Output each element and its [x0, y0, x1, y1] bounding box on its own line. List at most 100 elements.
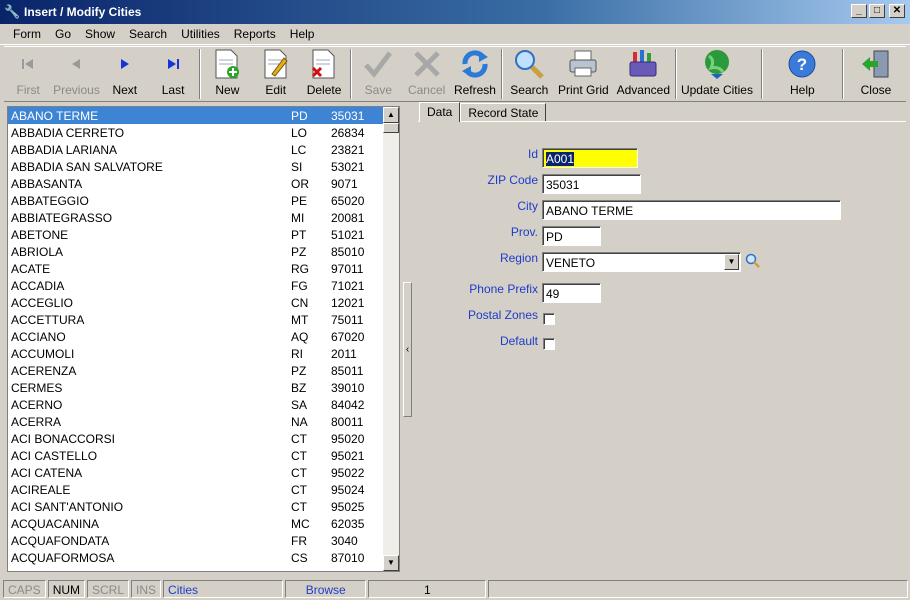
zip-cell: 3040 [331, 533, 358, 548]
region-lookup-icon[interactable] [745, 253, 761, 269]
search-button[interactable]: Search [505, 47, 553, 101]
menu-help[interactable]: Help [283, 27, 322, 41]
table-row[interactable]: ACCIANO AQ 67020 [8, 328, 385, 345]
save-button[interactable]: Save [354, 47, 402, 101]
id-field-value: A001 [546, 152, 575, 166]
print-grid-button[interactable]: Print Grid [553, 47, 613, 101]
exit-door-icon [860, 48, 892, 80]
menu-go[interactable]: Go [48, 27, 78, 41]
province-cell: PT [291, 227, 307, 242]
refresh-button[interactable]: Refresh [451, 47, 499, 101]
zip-cell: 51021 [331, 227, 365, 242]
default-label: Default [499, 334, 538, 348]
printer-icon [567, 48, 599, 80]
tab-record-state[interactable]: Record State [460, 103, 547, 122]
menu-utilities[interactable]: Utilities [174, 27, 227, 41]
table-row[interactable]: ACI CASTELLO CT 95021 [8, 447, 385, 464]
minimize-button[interactable]: _ [851, 4, 867, 18]
menu-form[interactable]: Form [6, 27, 48, 41]
postal-zones-checkbox[interactable] [543, 313, 555, 325]
table-row[interactable]: ACERRA NA 80011 [8, 413, 385, 430]
table-row[interactable]: ACCETTURA MT 75011 [8, 311, 385, 328]
province-cell: BZ [291, 380, 307, 395]
zip-code-field[interactable]: 35031 [542, 174, 641, 194]
region-select[interactable]: VENETO ▼ [542, 252, 741, 272]
edit-button[interactable]: Edit [252, 47, 300, 101]
table-row[interactable]: ACCEGLIO CN 12021 [8, 294, 385, 311]
table-row[interactable]: ACERNO SA 84042 [8, 396, 385, 413]
city-field[interactable]: ABANO TERME [542, 200, 841, 220]
chevron-down-icon[interactable]: ▼ [724, 254, 739, 270]
province-cell: CS [291, 550, 308, 565]
close-window-button[interactable]: ✕ [889, 4, 905, 18]
province-cell: AQ [291, 329, 309, 344]
city-cell: ACI CASTELLO [11, 448, 98, 463]
next-button[interactable]: Next [101, 47, 149, 101]
table-row[interactable]: ACI SANT'ANTONIO CT 95025 [8, 498, 385, 515]
new-button[interactable]: New [203, 47, 251, 101]
table-row[interactable]: ACIREALE CT 95024 [8, 481, 385, 498]
table-row[interactable]: CERMES BZ 39010 [8, 379, 385, 396]
scroll-down-arrow-icon[interactable]: ▼ [383, 555, 399, 571]
table-row[interactable]: ABBIATEGRASSO MI 20081 [8, 209, 385, 226]
table-row[interactable]: ABANO TERME PD 35031 [8, 107, 385, 124]
province-field[interactable]: PD [542, 226, 601, 246]
default-checkbox[interactable] [543, 338, 555, 350]
toolbar-separator [842, 49, 845, 99]
table-row[interactable]: ACERENZA PZ 85011 [8, 362, 385, 379]
phone-prefix-field[interactable]: 49 [542, 283, 601, 303]
province-cell: PE [291, 193, 308, 208]
table-row[interactable]: ACQUACANINA MC 62035 [8, 515, 385, 532]
table-row[interactable]: ACATE RG 97011 [8, 260, 385, 277]
delete-button[interactable]: Delete [300, 47, 348, 101]
menu-search[interactable]: Search [122, 27, 174, 41]
previous-button[interactable]: Previous [52, 47, 100, 101]
menu-reports[interactable]: Reports [227, 27, 283, 41]
toolbar: First Previous Next Last New Edit Delete… [4, 46, 906, 102]
city-cell: ABETONE [11, 227, 69, 242]
city-cell: ACATE [11, 261, 51, 276]
first-record-icon [12, 48, 44, 80]
toolbar-separator [760, 49, 763, 99]
city-label: City [517, 199, 538, 213]
cancel-button[interactable]: Cancel [403, 47, 451, 101]
scrl-indicator: SCRL [87, 580, 130, 598]
table-row[interactable]: ABBASANTA OR 9071 [8, 175, 385, 192]
menu-show[interactable]: Show [78, 27, 122, 41]
close-button[interactable]: Close [846, 47, 906, 101]
table-row[interactable]: ACCADIA FG 71021 [8, 277, 385, 294]
zip-cell: 26834 [331, 125, 365, 140]
table-row[interactable]: ACCUMOLI RI 2011 [8, 345, 385, 362]
zip-cell: 35031 [331, 108, 365, 123]
zip-cell: 95025 [331, 499, 365, 514]
scroll-thumb[interactable] [383, 123, 399, 133]
table-row[interactable]: ABBADIA LARIANA LC 23821 [8, 141, 385, 158]
tab-data[interactable]: Data [419, 102, 461, 122]
next-record-icon [109, 48, 141, 80]
table-row[interactable]: ABBATEGGIO PE 65020 [8, 192, 385, 209]
advanced-button[interactable]: Advanced [613, 47, 673, 101]
id-field[interactable]: A001 [542, 148, 638, 168]
cities-grid[interactable]: ACQUAFORMOSA CS 87010 ACQUAFONDATA FR 3040 ACQ… [7, 106, 400, 572]
province-cell: CT [291, 482, 307, 497]
last-button[interactable]: Last [149, 47, 197, 101]
table-row[interactable]: ACI CATENA CT 95022 [8, 464, 385, 481]
table-row[interactable]: ACQUAFONDATA FR 3040 [8, 532, 385, 549]
scroll-up-arrow-icon[interactable]: ▲ [383, 107, 399, 123]
table-row[interactable]: ABBADIA SAN SALVATORE SI 53021 [8, 158, 385, 175]
panel-splitter[interactable]: ‹ [403, 282, 412, 417]
table-row[interactable]: ACI BONACCORSI CT 95020 [8, 430, 385, 447]
table-row[interactable]: ACQUAFORMOSA CS 87010 [8, 549, 385, 566]
table-row[interactable]: ABRIOLA PZ 85010 [8, 243, 385, 260]
status-message [488, 580, 908, 598]
update-cities-button[interactable]: Update Cities [679, 47, 754, 101]
table-row[interactable]: ABBADIA CERRETO LO 26834 [8, 124, 385, 141]
title-bar: 🔧 Insert / Modify Cities _ □ ✕ [0, 0, 910, 24]
table-row[interactable]: ABETONE PT 51021 [8, 226, 385, 243]
zip-cell: 95021 [331, 448, 365, 463]
maximize-button[interactable]: □ [869, 4, 885, 18]
grid-vertical-scrollbar[interactable]: ▲ ▼ [383, 107, 399, 571]
zip-cell: 39010 [331, 380, 365, 395]
help-button[interactable]: ? Help [765, 47, 840, 101]
first-button[interactable]: First [4, 47, 52, 101]
